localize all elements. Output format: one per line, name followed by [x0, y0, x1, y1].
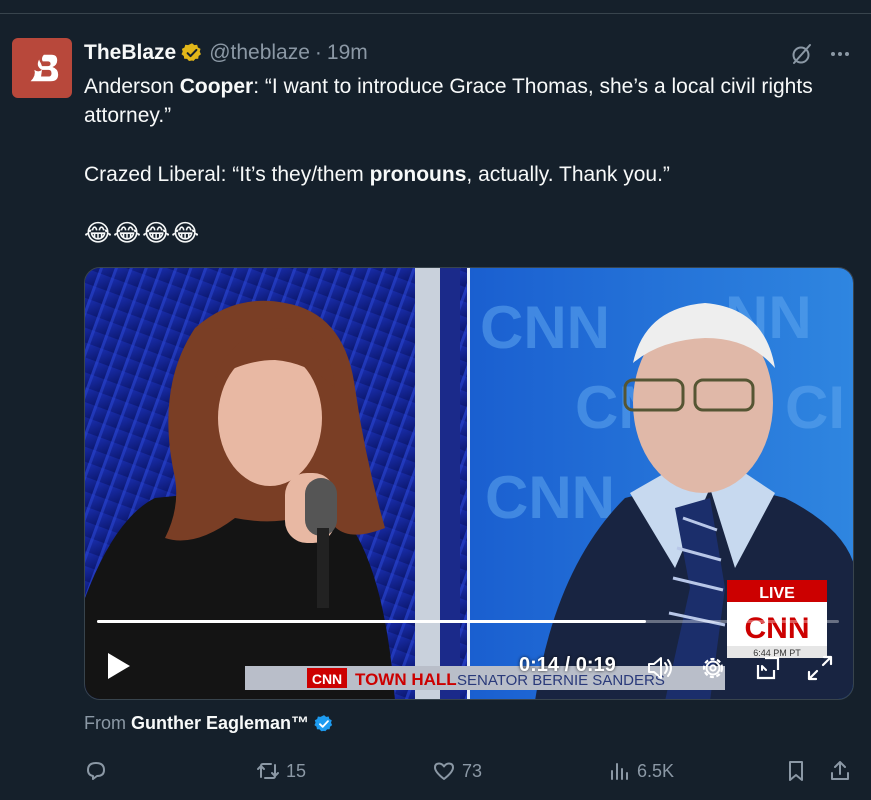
text-bold-segment: Cooper	[179, 75, 254, 98]
post-text-line-2: Crazed Liberal: “It’s they/them pronouns…	[84, 160, 670, 189]
post-text-line-1: Anderson Cooper: “I want to introduce Gr…	[84, 72, 844, 130]
reply-icon	[87, 762, 105, 780]
video-player[interactable]: CNN NN CN CI CNN LIVE CNN 6:44 PM PT CNN TOW…	[84, 267, 854, 700]
live-label: LIVE	[759, 585, 795, 602]
avatar[interactable]	[12, 38, 72, 98]
svg-text:CNN: CNN	[485, 464, 615, 531]
post-header: TheBlaze @theblaze · 19m	[84, 40, 368, 66]
fullscreen-icon[interactable]	[805, 653, 835, 683]
views-button[interactable]: 6.5K	[607, 755, 674, 787]
author-handle[interactable]: @theblaze	[209, 41, 310, 65]
repost-icon	[257, 763, 279, 779]
text-bold-segment: pronouns	[369, 163, 467, 186]
bookmark-button[interactable]	[784, 755, 814, 787]
video-progress-fill	[97, 620, 647, 623]
from-label: From	[84, 713, 126, 733]
video-frame: CNN NNCN CICNN LIVE CNN 6:44 PM PT CNN TOW…	[85, 268, 853, 699]
lower-third-text: TOWN HALL	[355, 670, 457, 689]
heart-icon	[434, 762, 454, 780]
top-divider	[0, 13, 871, 14]
text-segment: Crazed Liberal: “It’s they/them	[84, 163, 370, 186]
video-source-attribution: From Gunther Eagleman™	[84, 713, 334, 734]
volume-icon[interactable]	[645, 653, 675, 683]
like-button[interactable]: 73	[432, 755, 482, 787]
svg-text:CNN: CNN	[480, 294, 610, 361]
repost-count: 15	[286, 760, 307, 781]
more-options-icon[interactable]	[828, 42, 852, 66]
emoji-row: 😂😂😂😂	[84, 220, 201, 247]
settings-gear-icon[interactable]	[698, 653, 728, 683]
video-timecode: 0:14 / 0:19	[519, 654, 616, 676]
views-chart-icon	[611, 763, 628, 780]
bookmark-icon	[789, 761, 803, 781]
action-bar: 15 73 6.5K	[84, 755, 854, 787]
svg-text:CI: CI	[785, 374, 845, 441]
lower-third-logo: CNN	[312, 671, 342, 687]
text-segment: Anderson	[84, 75, 180, 98]
video-progress-bar[interactable]	[97, 620, 839, 623]
play-icon[interactable]	[105, 651, 133, 681]
header-separator: ·	[314, 41, 322, 64]
post-timestamp[interactable]: 19m	[327, 41, 368, 65]
theblaze-logo-icon	[30, 54, 59, 82]
verified-blue-badge-icon	[314, 714, 333, 731]
verified-gold-badge-icon	[181, 43, 202, 62]
text-segment: , actually. Thank you.”	[466, 163, 670, 186]
view-count: 6.5K	[637, 760, 675, 781]
repost-button[interactable]: 15	[256, 755, 306, 787]
picture-in-picture-icon[interactable]	[753, 653, 783, 683]
share-icon	[831, 761, 849, 780]
grok-icon[interactable]	[790, 42, 814, 66]
share-button[interactable]	[828, 755, 858, 787]
like-count: 73	[462, 760, 483, 781]
cnn-logo: CNN	[745, 612, 810, 645]
author-name[interactable]: TheBlaze	[84, 41, 176, 65]
reply-button[interactable]	[84, 755, 114, 787]
source-account-name[interactable]: Gunther Eagleman™	[131, 713, 309, 734]
